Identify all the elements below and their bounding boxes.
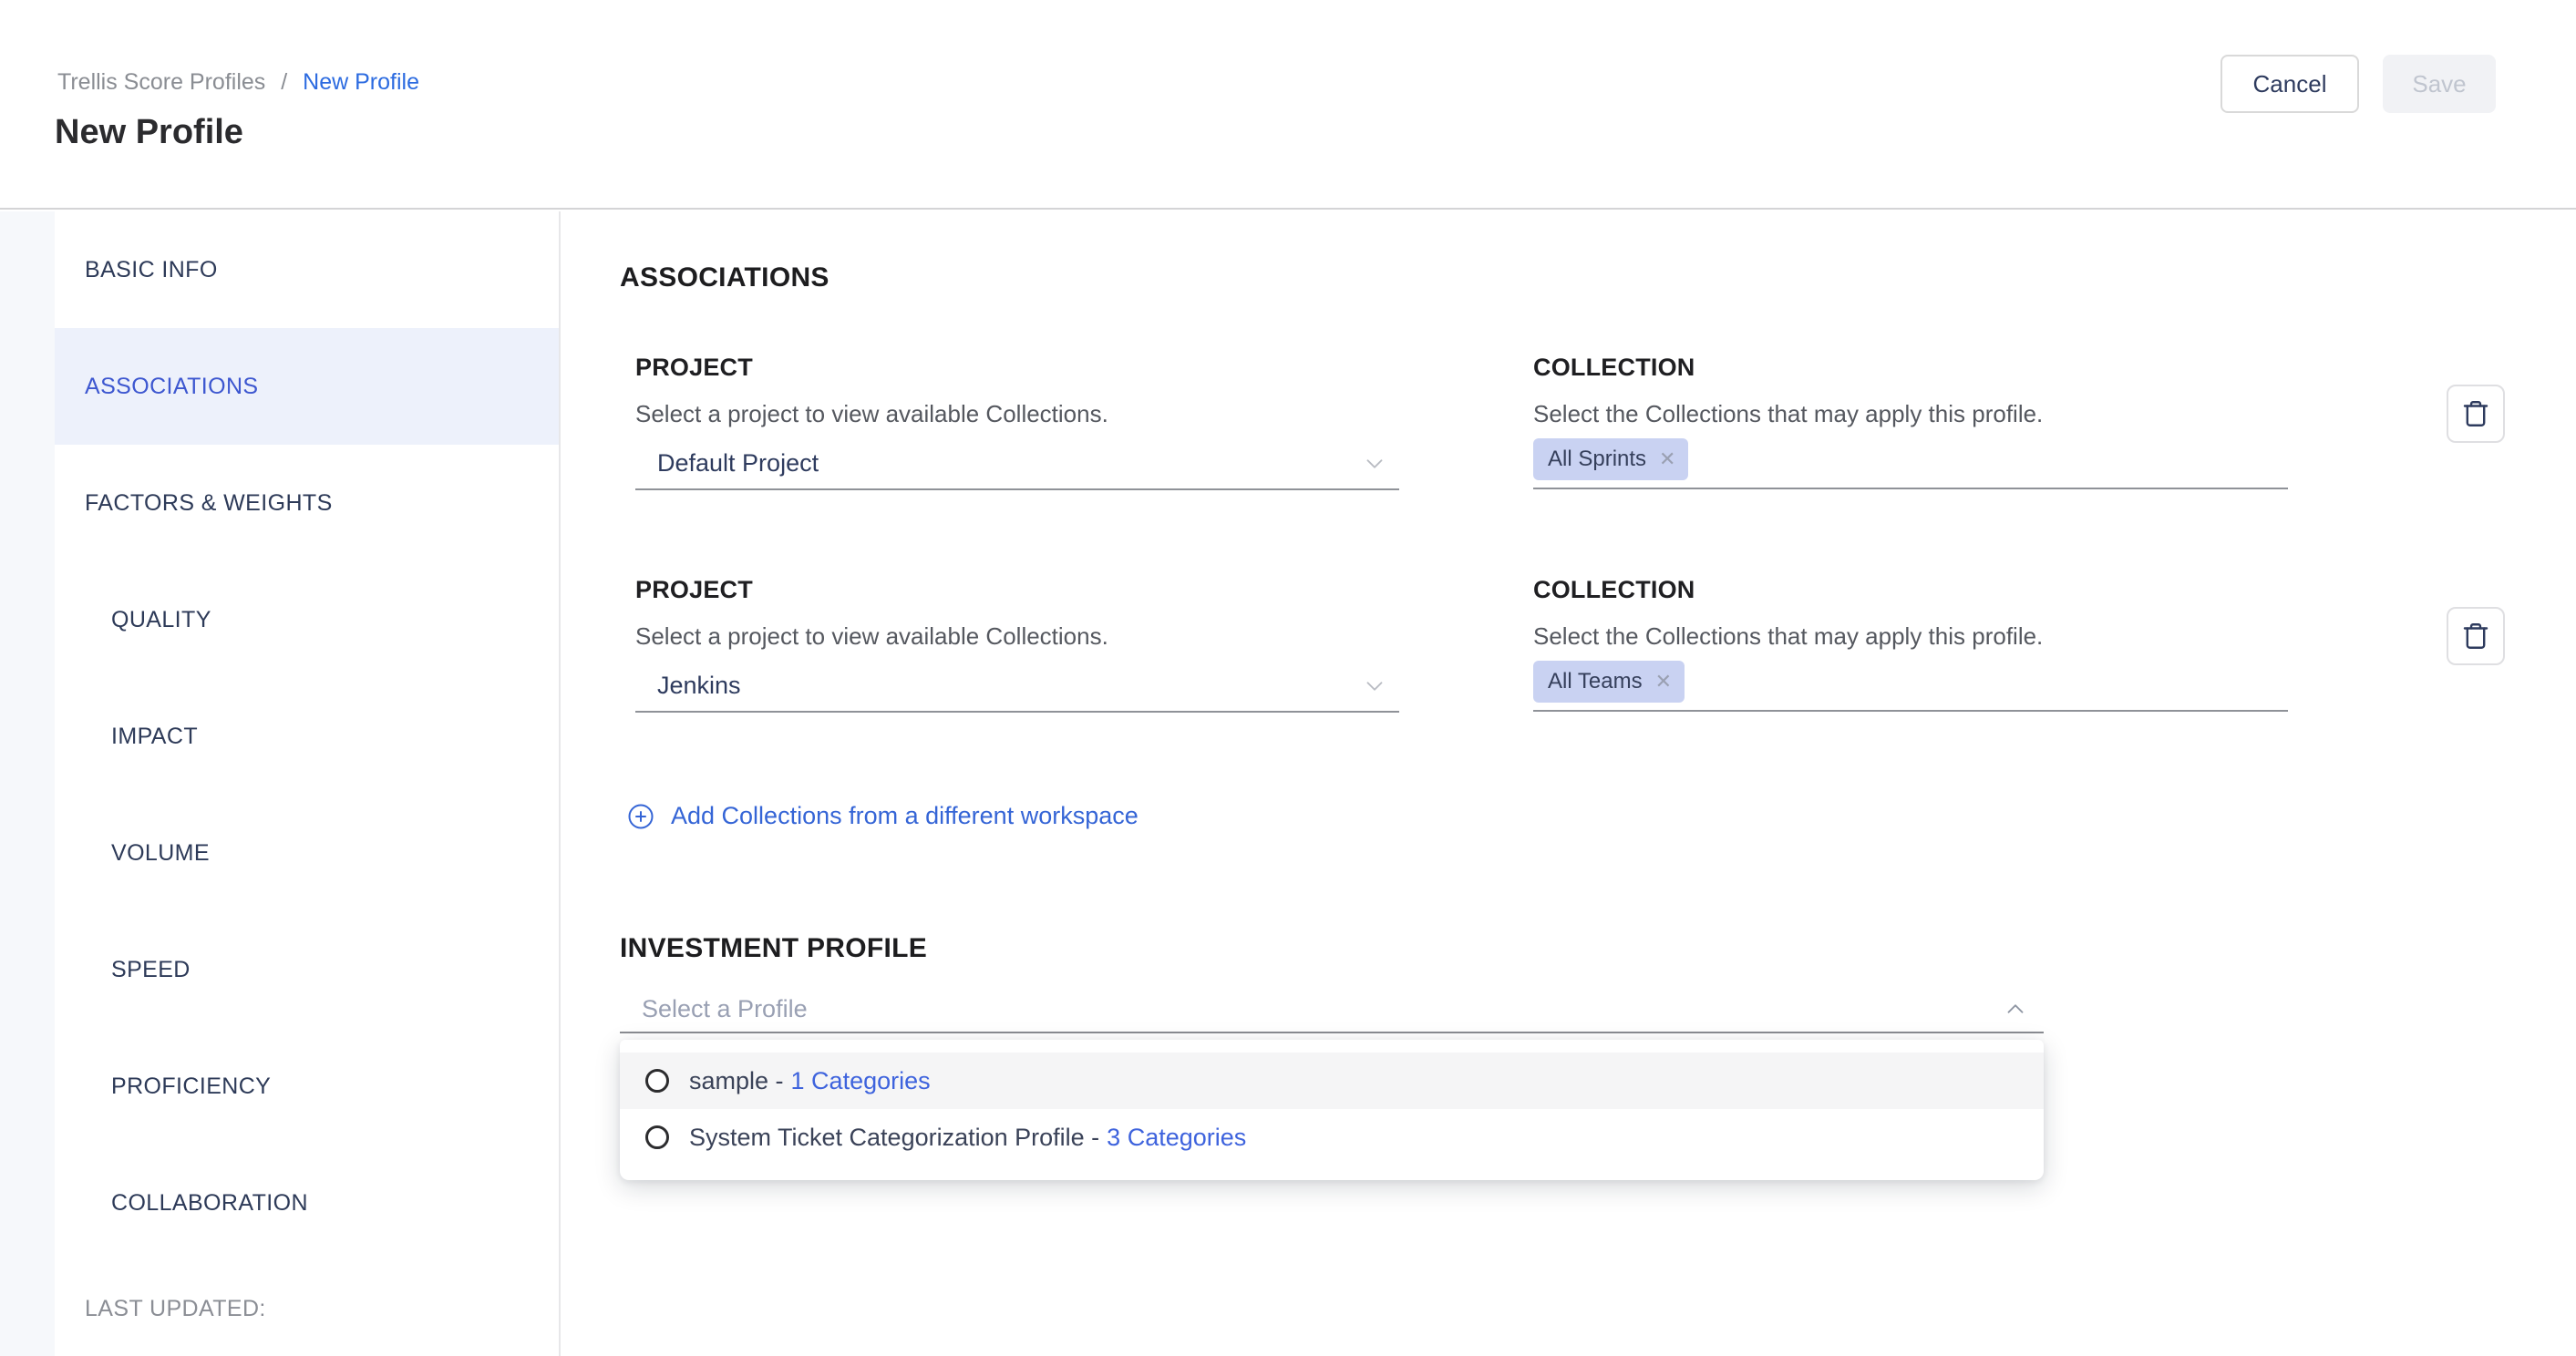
associations-panel: ASSOCIATIONS PROJECT Select a project to… [620, 211, 2576, 1356]
add-collections-link[interactable]: Add Collections from a different workspa… [627, 802, 1139, 830]
breadcrumb-root[interactable]: Trellis Score Profiles [57, 69, 265, 95]
profile-option-sample[interactable]: sample - 1 Categories [620, 1053, 2044, 1109]
sidebar-item-volume[interactable]: VOLUME [55, 795, 559, 911]
header: Trellis Score Profiles / New Profile New… [0, 0, 2576, 210]
project-select-value: Jenkins [657, 672, 741, 700]
sidebar-item-impact[interactable]: IMPACT [55, 678, 559, 795]
profile-option-name: System Ticket Categorization Profile - [689, 1124, 1099, 1152]
project-column: PROJECT Select a project to view availab… [635, 576, 1399, 713]
investment-profile-select[interactable]: Select a Profile [620, 986, 2044, 1033]
project-label: PROJECT [635, 354, 1399, 382]
collection-tags[interactable]: All Sprints ✕ [1533, 438, 2288, 489]
profile-option-categories[interactable]: 1 Categories [791, 1067, 931, 1095]
cancel-button[interactable]: Cancel [2221, 55, 2359, 113]
breadcrumb: Trellis Score Profiles / New Profile [57, 69, 419, 95]
investment-profile-title: INVESTMENT PROFILE [620, 933, 927, 964]
investment-profile-placeholder: Select a Profile [642, 995, 808, 1023]
profile-option-name: sample - [689, 1067, 784, 1095]
save-button[interactable]: Save [2383, 55, 2496, 113]
add-collections-label: Add Collections from a different workspa… [671, 802, 1139, 830]
profile-option-system-ticket[interactable]: System Ticket Categorization Profile - 3… [620, 1109, 2044, 1166]
sidebar-item-quality[interactable]: QUALITY [55, 561, 559, 678]
sidebar-item-speed[interactable]: SPEED [55, 911, 559, 1028]
collection-label: COLLECTION [1533, 354, 2288, 382]
radio-unchecked-icon[interactable] [645, 1125, 669, 1149]
chevron-down-icon [1361, 673, 1388, 700]
collection-label: COLLECTION [1533, 576, 2288, 604]
page-title: New Profile [55, 111, 243, 153]
new-profile-page: Trellis Score Profiles / New Profile New… [0, 0, 2576, 1356]
breadcrumb-current[interactable]: New Profile [303, 69, 419, 95]
header-actions: Cancel Save [2221, 55, 2496, 113]
trash-icon [2460, 621, 2491, 652]
project-select[interactable]: Jenkins [635, 672, 1399, 713]
collection-tag-label: All Sprints [1548, 447, 1646, 472]
collection-tags[interactable]: All Teams ✕ [1533, 661, 2288, 712]
collection-column: COLLECTION Select the Collections that m… [1533, 354, 2288, 489]
sidebar-item-associations[interactable]: ASSOCIATIONS [55, 328, 559, 445]
chevron-up-icon [2002, 995, 2029, 1022]
sidebar-item-last-updated: LAST UPDATED: [55, 1261, 559, 1356]
association-row: PROJECT Select a project to view availab… [620, 576, 2576, 731]
remove-tag-icon[interactable]: ✕ [1655, 670, 1672, 693]
sidebar-item-collaboration[interactable]: COLLABORATION [55, 1145, 559, 1261]
breadcrumb-separator: / [281, 69, 287, 95]
profile-option-categories[interactable]: 3 Categories [1107, 1124, 1246, 1152]
chevron-down-icon [1361, 450, 1388, 478]
circle-plus-icon [627, 803, 654, 830]
project-column: PROJECT Select a project to view availab… [635, 354, 1399, 490]
project-description: Select a project to view available Colle… [635, 400, 1399, 427]
delete-association-button[interactable] [2447, 385, 2505, 443]
section-title: ASSOCIATIONS [620, 262, 829, 293]
project-label: PROJECT [635, 576, 1399, 604]
project-select-value: Default Project [657, 449, 819, 478]
collection-description: Select the Collections that may apply th… [1533, 622, 2288, 650]
delete-association-button[interactable] [2447, 607, 2505, 665]
remove-tag-icon[interactable]: ✕ [1659, 447, 1675, 471]
collection-description: Select the Collections that may apply th… [1533, 400, 2288, 427]
sidebar-item-factors-weights[interactable]: FACTORS & WEIGHTS [55, 445, 559, 561]
left-gutter [0, 211, 55, 1356]
sidebar-item-proficiency[interactable]: PROFICIENCY [55, 1028, 559, 1145]
trash-icon [2460, 398, 2491, 429]
sidebar: BASIC INFO ASSOCIATIONS FACTORS & WEIGHT… [55, 211, 561, 1356]
project-description: Select a project to view available Colle… [635, 622, 1399, 650]
collection-tag-label: All Teams [1548, 669, 1643, 694]
sidebar-item-basic-info[interactable]: BASIC INFO [55, 211, 559, 328]
association-row: PROJECT Select a project to view availab… [620, 354, 2576, 508]
radio-unchecked-icon[interactable] [645, 1069, 669, 1093]
collection-tag: All Sprints ✕ [1533, 438, 1688, 480]
collection-column: COLLECTION Select the Collections that m… [1533, 576, 2288, 712]
collection-tag: All Teams ✕ [1533, 661, 1685, 703]
investment-profile-dropdown: sample - 1 Categories System Ticket Cate… [620, 1040, 2044, 1180]
project-select[interactable]: Default Project [635, 449, 1399, 490]
